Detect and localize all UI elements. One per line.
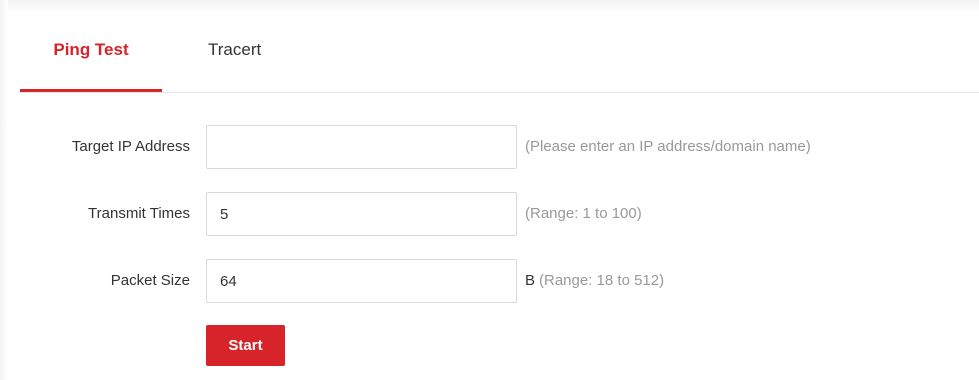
- transmit-times-hint: (Range: 1 to 100): [525, 205, 642, 222]
- packet-size-input[interactable]: [206, 259, 517, 303]
- packet-size-row: Packet Size B(Range: 18 to 512): [0, 259, 979, 303]
- packet-size-unit: B: [525, 272, 536, 289]
- start-button[interactable]: Start: [206, 325, 285, 366]
- target-ip-input[interactable]: [206, 125, 517, 169]
- transmit-times-row: Transmit Times (Range: 1 to 100): [0, 192, 979, 236]
- ping-panel: Ping Test Tracert Target IP Address (Ple…: [0, 0, 979, 380]
- transmit-times-label: Transmit Times: [88, 205, 190, 222]
- tab-tracert[interactable]: Tracert: [208, 28, 278, 91]
- target-ip-row: Target IP Address (Please enter an IP ad…: [0, 125, 979, 169]
- target-ip-hint: (Please enter an IP address/domain name): [525, 138, 811, 155]
- panel-left-edge: [0, 0, 8, 380]
- target-ip-label: Target IP Address: [71, 138, 190, 155]
- packet-size-label: Packet Size: [110, 272, 190, 289]
- transmit-times-input[interactable]: [206, 192, 517, 236]
- tab-bar: Ping Test Tracert: [20, 28, 979, 93]
- packet-size-hint: (Range: 18 to 512): [539, 272, 665, 289]
- packet-size-hint-group: B (Range: 18 to 512): [525, 259, 664, 303]
- tab-ping-test[interactable]: Ping Test: [20, 28, 162, 92]
- panel-top-edge: [0, 0, 979, 12]
